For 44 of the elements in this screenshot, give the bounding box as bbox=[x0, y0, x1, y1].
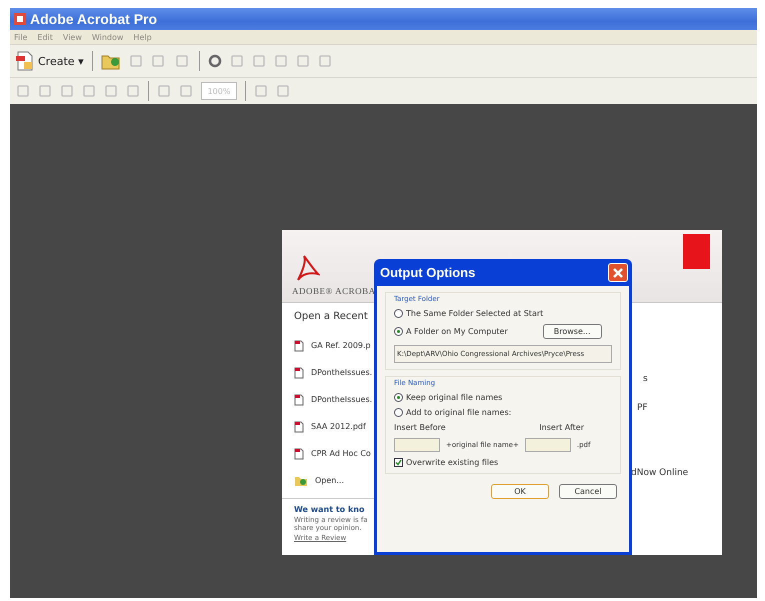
pdf-file-icon bbox=[294, 366, 304, 378]
option-label: Keep original file names bbox=[406, 393, 502, 402]
recent-file-link[interactable]: DPontheIssues. bbox=[311, 368, 372, 377]
recent-file-link[interactable]: DPontheIssues. bbox=[311, 395, 372, 404]
dialog-button[interactable]: Cancel bbox=[559, 484, 617, 499]
recent-file-link[interactable]: CPR Ad Hoc Co bbox=[311, 449, 371, 458]
option-label: The Same Folder Selected at Start bbox=[406, 309, 544, 318]
input-field[interactable] bbox=[524, 438, 571, 452]
browse-button[interactable]: Browse... bbox=[542, 324, 602, 339]
folder-icon bbox=[294, 474, 308, 486]
close-button[interactable] bbox=[608, 263, 628, 282]
pdf-file-icon bbox=[294, 420, 304, 432]
recent-file-link[interactable]: GA Ref. 2009.p bbox=[311, 341, 371, 350]
option-label: A Folder on My Computer bbox=[406, 327, 508, 336]
radio-button[interactable] bbox=[394, 393, 403, 402]
panel-text: s bbox=[643, 374, 648, 384]
field-label: Insert Before bbox=[394, 423, 446, 432]
settings-icon[interactable] bbox=[208, 54, 222, 68]
open-link[interactable]: Open... bbox=[315, 476, 344, 485]
radio-button[interactable] bbox=[394, 309, 403, 318]
radio-button[interactable] bbox=[394, 327, 403, 336]
recent-file-link[interactable]: SAA 2012.pdf bbox=[311, 422, 366, 431]
recent-heading: Open a Recent bbox=[294, 311, 369, 322]
dialog-title: Output Options bbox=[380, 265, 476, 280]
checkmark-icon bbox=[395, 459, 402, 466]
radio-button[interactable] bbox=[394, 408, 403, 417]
input-field[interactable] bbox=[394, 438, 440, 452]
panel-text: PF bbox=[637, 403, 648, 413]
field-label: Insert After bbox=[539, 423, 584, 432]
app-logo-icon bbox=[14, 13, 26, 25]
brand-text: ADOBE® ACROBA bbox=[292, 286, 377, 296]
pdf-file-icon bbox=[294, 394, 304, 406]
close-icon bbox=[612, 266, 624, 278]
review-heading: We want to kno bbox=[294, 505, 366, 514]
option-label: Add to original file names: bbox=[406, 408, 512, 417]
option-label: Overwrite existing files bbox=[406, 458, 498, 467]
pdf-file-icon bbox=[294, 448, 304, 460]
create-button[interactable]: Create ▾ bbox=[16, 51, 84, 71]
panel-text: dNow Online bbox=[631, 468, 688, 478]
dialog-button[interactable]: OK bbox=[491, 484, 549, 499]
checkbox[interactable] bbox=[394, 458, 403, 467]
window-title: Adobe Acrobat Pro bbox=[30, 11, 158, 27]
adobe-logo-badge bbox=[683, 234, 710, 269]
pdf-file-icon bbox=[294, 340, 304, 352]
